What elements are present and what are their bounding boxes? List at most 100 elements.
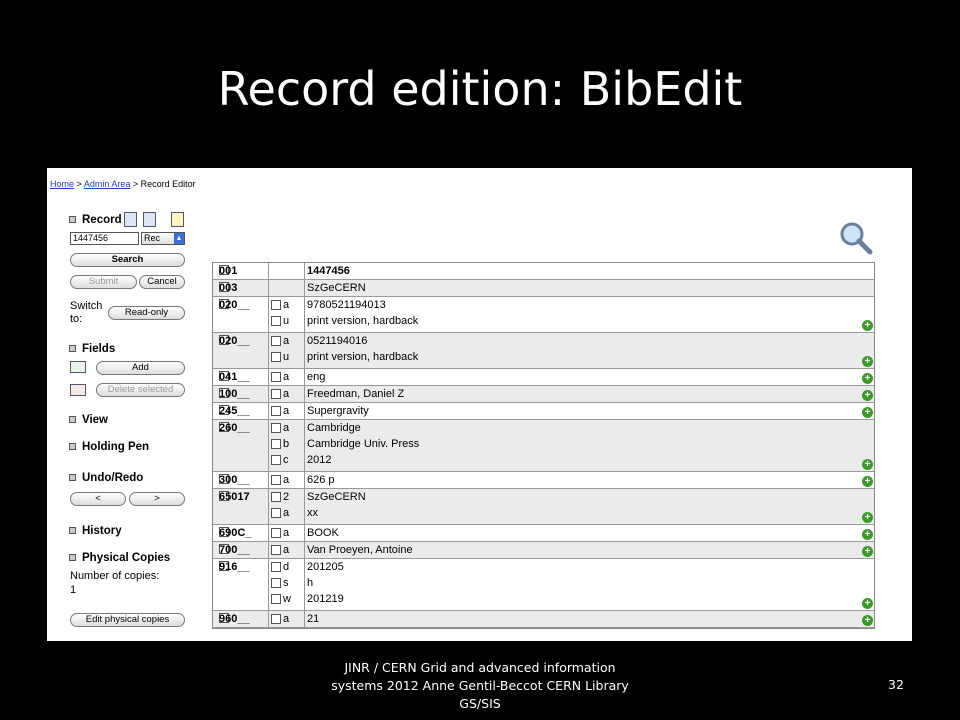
read-only-button[interactable]: Read-only xyxy=(108,306,185,320)
add-field-button[interactable]: Add xyxy=(96,361,185,375)
subfield-value[interactable]: SzGeCERN xyxy=(305,280,874,296)
field-tag: 700__ xyxy=(213,542,269,558)
delete-field-icon[interactable] xyxy=(70,384,86,396)
rec-select[interactable]: Rec ▲ xyxy=(141,232,185,245)
copy-record-icon[interactable] xyxy=(143,212,156,227)
new-record-icon[interactable] xyxy=(124,212,137,227)
subfield-checkbox[interactable] xyxy=(271,455,281,466)
subfield-checkbox[interactable] xyxy=(271,423,281,434)
add-subfield-icon[interactable]: + xyxy=(862,512,873,523)
field-tag-label: 020__ xyxy=(219,299,250,311)
subfield-value[interactable]: SzGeCERN xyxy=(305,489,874,505)
subfield-checkbox[interactable] xyxy=(271,336,281,347)
subfield-value[interactable]: 2012 xyxy=(305,452,874,468)
subfield-checkbox[interactable] xyxy=(271,562,281,573)
add-subfield-icon[interactable]: + xyxy=(862,546,873,557)
add-subfield-icon[interactable]: + xyxy=(862,615,873,626)
delete-selected-button[interactable]: Delete selected xyxy=(96,383,185,397)
subfield-code: u xyxy=(283,351,290,363)
field-tag: 041__ xyxy=(213,369,269,385)
subfield-checkbox[interactable] xyxy=(271,528,281,539)
redo-button[interactable]: > xyxy=(129,492,185,506)
subfield-codes: a xyxy=(269,369,305,385)
subfield-checkbox[interactable] xyxy=(271,316,281,327)
subfield-code: a xyxy=(283,422,290,434)
copies-label: Number of copies: xyxy=(70,570,160,582)
add-subfield-icon[interactable]: + xyxy=(862,356,873,367)
add-subfield-icon[interactable]: + xyxy=(862,529,873,540)
submit-button[interactable]: Submit xyxy=(70,275,137,289)
subfield-checkbox[interactable] xyxy=(271,300,281,311)
subfield-values: eng xyxy=(305,369,874,385)
subfield-codes: a xyxy=(269,611,305,627)
undo-redo-heading[interactable]: Undo/Redo xyxy=(69,472,143,484)
add-subfield-icon[interactable]: + xyxy=(862,598,873,609)
subfield-values: Van Proeyen, Antoine xyxy=(305,542,874,558)
search-button[interactable]: Search xyxy=(70,253,185,267)
view-heading[interactable]: View xyxy=(69,414,108,426)
fields-heading: Fields xyxy=(69,343,115,355)
subfield-value[interactable]: 201219 xyxy=(305,591,874,607)
field-row: 020__ a u 9780521194013 print version, hardb… xyxy=(213,297,874,333)
subfield-value[interactable]: 1447456 xyxy=(305,263,874,279)
subfield-checkbox[interactable] xyxy=(271,614,281,625)
physical-copies-heading[interactable]: Physical Copies xyxy=(69,552,170,564)
holding-pen-heading[interactable]: Holding Pen xyxy=(69,441,149,453)
copies-value: 1 xyxy=(70,584,77,596)
subfield-checkbox[interactable] xyxy=(271,352,281,363)
edit-physical-copies-button[interactable]: Edit physical copies xyxy=(70,613,185,627)
subfield-checkbox[interactable] xyxy=(271,372,281,383)
subfield-value[interactable]: Van Proeyen, Antoine xyxy=(305,542,874,558)
subfield-value[interactable]: xx xyxy=(305,505,874,521)
subfield-checkbox[interactable] xyxy=(271,545,281,556)
subfield-code: a xyxy=(283,405,290,417)
subfield-value[interactable]: Cambridge Univ. Press xyxy=(305,436,874,452)
field-tag: 960__ xyxy=(213,611,269,627)
undo-button[interactable]: < xyxy=(70,492,126,506)
subfield-value[interactable]: 21 xyxy=(305,611,874,627)
record-id-input[interactable]: 1447456 xyxy=(70,232,139,245)
subfield-value[interactable]: BOOK xyxy=(305,525,874,541)
magnifier-icon[interactable] xyxy=(839,221,873,255)
subfield-checkbox[interactable] xyxy=(271,439,281,450)
subfield-codes: a xyxy=(269,403,305,419)
subfield-value[interactable]: Cambridge xyxy=(305,420,874,436)
subfield-code: s xyxy=(283,577,289,589)
subfield-values: Cambridge Cambridge Univ. Press 2012 xyxy=(305,420,874,468)
add-subfield-icon[interactable]: + xyxy=(862,459,873,470)
subfield-checkbox[interactable] xyxy=(271,508,281,519)
add-field-icon[interactable] xyxy=(70,361,86,373)
subfield-checkbox[interactable] xyxy=(271,492,281,503)
subfield-values: 0521194016 print version, hardback xyxy=(305,333,874,365)
subfield-value[interactable]: eng xyxy=(305,369,874,385)
subfield-values: 626 p xyxy=(305,472,874,488)
subfield-value[interactable]: 0521194016 xyxy=(305,333,874,349)
edit-template-icon[interactable] xyxy=(171,212,184,227)
field-row: 260__ a b c Cambridge Cambridge Univ. Press 20… xyxy=(213,420,874,472)
subfield-value[interactable]: 201205 xyxy=(305,559,874,575)
subfield-value[interactable]: 9780521194013 xyxy=(305,297,874,313)
field-tag: 020__ xyxy=(213,333,269,368)
subfield-checkbox[interactable] xyxy=(271,406,281,417)
subfield-checkbox[interactable] xyxy=(271,594,281,605)
subfield-value[interactable]: Freedman, Daniel Z xyxy=(305,386,874,402)
subfield-value[interactable]: h xyxy=(305,575,874,591)
subfield-code: a xyxy=(283,299,290,311)
add-subfield-icon[interactable]: + xyxy=(862,320,873,331)
subfield-value[interactable]: Supergravity xyxy=(305,403,874,419)
field-tag-label: 300__ xyxy=(219,474,250,486)
subfield-value[interactable]: print version, hardback xyxy=(305,349,874,365)
history-heading[interactable]: History xyxy=(69,525,122,537)
subfield-value[interactable]: 626 p xyxy=(305,472,874,488)
subfield-checkbox[interactable] xyxy=(271,389,281,400)
add-subfield-icon[interactable]: + xyxy=(862,407,873,418)
subfield-value[interactable]: print version, hardback xyxy=(305,313,874,329)
add-subfield-icon[interactable]: + xyxy=(862,476,873,487)
add-subfield-icon[interactable]: + xyxy=(862,390,873,401)
add-subfield-icon[interactable]: + xyxy=(862,373,873,384)
subfield-checkbox[interactable] xyxy=(271,578,281,589)
subfield-code: a xyxy=(283,371,290,383)
cancel-button[interactable]: Cancel xyxy=(139,275,185,289)
field-row: 700__ a Van Proeyen, Antoine + xyxy=(213,542,874,559)
subfield-checkbox[interactable] xyxy=(271,475,281,486)
